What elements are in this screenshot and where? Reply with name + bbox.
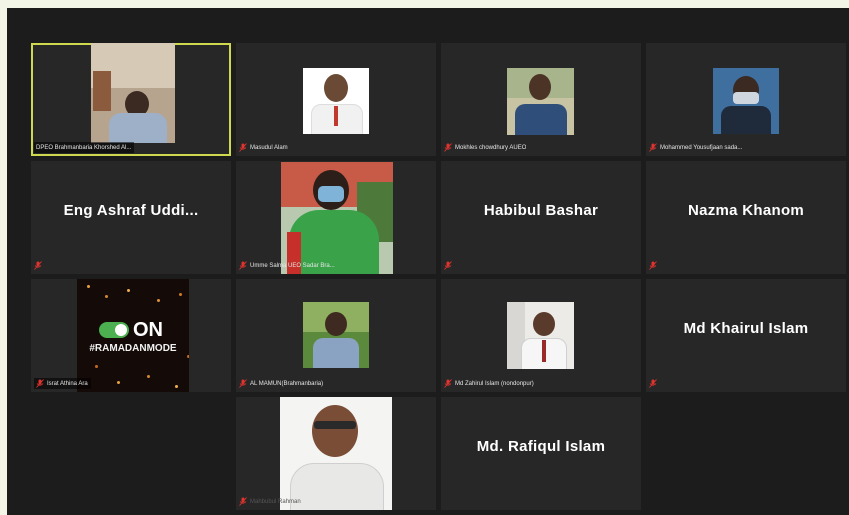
- participant-tile[interactable]: Md. Rafiqul Islam: [441, 397, 641, 510]
- participant-photo: [303, 302, 369, 368]
- participant-video: [91, 43, 175, 143]
- participant-tile[interactable]: Nazma Khanom: [646, 161, 846, 274]
- muted-mic-icon: [444, 379, 452, 388]
- muted-mic-icon: [239, 379, 247, 388]
- video-gallery: DPEO Brahmanbaria Khorshed Al... Masudul…: [7, 8, 849, 515]
- muted-mic-icon: [239, 261, 247, 270]
- participant-tile[interactable]: Mahbubul Rahman: [236, 397, 436, 510]
- participant-name-caption: Mahbubul Rahman: [239, 496, 301, 507]
- participant-name-label: Habibul Bashar: [483, 202, 599, 219]
- participant-tile[interactable]: Md Khairul Islam: [646, 279, 846, 392]
- participant-tile[interactable]: Mohammed Yousufjaan sada...: [646, 43, 846, 156]
- participant-photo: [280, 397, 392, 510]
- muted-mic-icon: [649, 261, 657, 270]
- participant-name-caption: Mokhles chowdhury AUEO: [444, 142, 526, 153]
- muted-mic-icon: [34, 261, 42, 270]
- participant-tile[interactable]: ON #RAMADANMODE Israt Athina Ara: [31, 279, 231, 392]
- participant-name-caption: Md Zahirul Islam (nondonpur): [444, 378, 534, 389]
- participant-name-caption: Mohammed Yousufjaan sada...: [649, 142, 742, 153]
- participant-name-label: Md Khairul Islam: [683, 320, 809, 337]
- participant-name-label: Eng Ashraf Uddi...: [63, 202, 199, 219]
- muted-mic-icon: [649, 143, 657, 152]
- participant-photo: [507, 302, 574, 369]
- participant-tile[interactable]: Eng Ashraf Uddi...: [31, 161, 231, 274]
- participant-photo: [713, 68, 779, 134]
- participant-name-label: Nazma Khanom: [687, 202, 805, 219]
- participant-name-caption: Masudul Alam: [239, 142, 288, 153]
- muted-mic-icon: [36, 379, 44, 388]
- muted-mic-icon: [649, 379, 657, 388]
- participant-tile[interactable]: DPEO Brahmanbaria Khorshed Al...: [31, 43, 231, 156]
- participant-tile[interactable]: Masudul Alam: [236, 43, 436, 156]
- participant-photo: [303, 68, 369, 134]
- participant-tile[interactable]: Md Zahirul Islam (nondonpur): [441, 279, 641, 392]
- participant-name-caption: Israt Athina Ara: [34, 378, 91, 389]
- muted-mic-icon: [444, 143, 452, 152]
- participant-tile[interactable]: Habibul Bashar: [441, 161, 641, 274]
- participant-photo: [507, 68, 574, 135]
- participant-tile[interactable]: Mokhles chowdhury AUEO: [441, 43, 641, 156]
- banner-hashtag: #RAMADANMODE: [89, 343, 177, 354]
- participant-name-caption: Umme Salma UEO Sadar Bra...: [239, 260, 335, 271]
- participant-status: [649, 260, 660, 271]
- participant-name-label: Md. Rafiqul Islam: [476, 438, 606, 455]
- participant-name-caption: AL MAMUN(Brahmanbaria): [239, 378, 323, 389]
- participant-tile[interactable]: Umme Salma UEO Sadar Bra...: [236, 161, 436, 274]
- participant-photo: [281, 162, 393, 274]
- muted-mic-icon: [239, 143, 247, 152]
- muted-mic-icon: [444, 261, 452, 270]
- participant-status: [444, 260, 455, 271]
- toggle-switch-graphic: ON: [99, 318, 163, 342]
- ramadan-banner: ON #RAMADANMODE: [77, 279, 189, 392]
- participant-name-caption: DPEO Brahmanbaria Khorshed Al...: [34, 142, 135, 153]
- participant-tile[interactable]: AL MAMUN(Brahmanbaria): [236, 279, 436, 392]
- participant-status: [34, 260, 45, 271]
- muted-mic-icon: [239, 497, 247, 506]
- participant-status: [649, 378, 660, 389]
